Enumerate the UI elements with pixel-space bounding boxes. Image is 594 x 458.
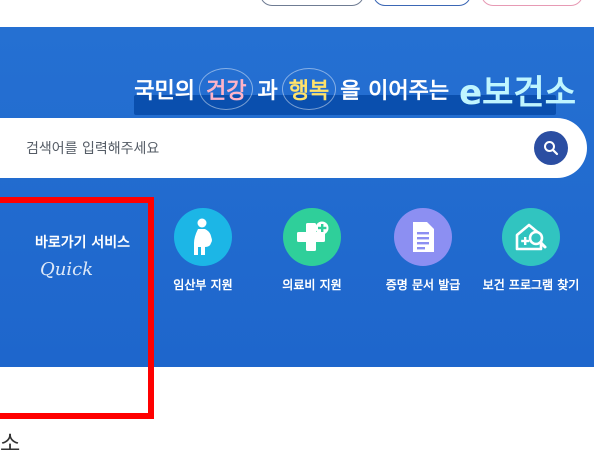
health-program-search-icon [502,208,560,266]
quick-item-label: 보건 프로그램 찾기 [482,278,580,292]
top-tab-1[interactable] [260,0,364,6]
highlight-frame [0,197,154,419]
top-tab-3[interactable] [481,0,583,6]
search-button[interactable] [534,131,568,165]
quick-item-label: 증명 문서 발급 [385,278,461,292]
quick-item-label: 임산부 지원 [173,278,233,292]
search-input[interactable]: 검색어를 입력해주세요 [26,138,159,158]
slogan-text-3: 을 이어주는 [340,79,450,104]
slogan-circle-health: 건강 [199,68,254,110]
document-icon [394,208,452,266]
quick-item-certificate-issue[interactable]: 증명 문서 발급 [368,208,478,293]
slogan-word-happiness: 행복 [288,79,330,104]
medical-cross-plus-icon [283,208,341,266]
top-tab-2[interactable] [373,0,471,6]
slogan-text-2: 과 [257,79,278,104]
quick-item-label: 의료비 지원 [282,278,342,292]
banner-slogan: 국민의 건강 과 행복 을 이어주는 e보건소 [134,57,576,121]
slogan-word-health: 건강 [206,79,247,104]
slogan-circle-happiness: 행복 [281,68,337,110]
search-bar[interactable]: 검색어를 입력해주세요 [0,118,587,178]
brand-logo-text: e보건소 [459,72,576,113]
quick-item-health-program-search[interactable]: 보건 프로그램 찾기 [476,208,586,293]
slogan-text-1: 국민의 [134,79,195,104]
section-title-partial: 소 [0,432,21,457]
pregnant-woman-icon [174,208,232,266]
quick-item-pregnancy-support[interactable]: 임산부 지원 [148,208,258,293]
search-icon [544,141,559,156]
quick-item-medical-support[interactable]: 의료비 지원 [257,208,367,293]
